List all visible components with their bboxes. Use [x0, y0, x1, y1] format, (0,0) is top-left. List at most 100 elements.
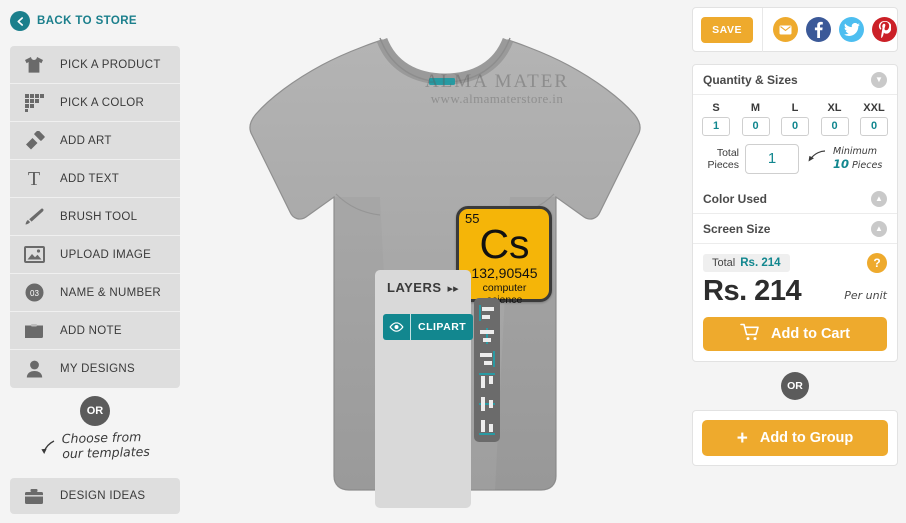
layers-panel: LAYERS ▸▸ CLIPART	[375, 270, 473, 508]
price-bottom-row: Rs. 214 Per unit	[703, 275, 887, 308]
eye-icon[interactable]	[383, 314, 411, 340]
design-ideas-button[interactable]: DESIGN IDEAS	[10, 478, 180, 514]
back-to-store-link[interactable]: BACK TO STORE	[10, 11, 137, 31]
color-swatch-icon	[22, 91, 46, 115]
collar-label	[429, 78, 455, 85]
chevron-up-icon[interactable]: ▲	[871, 190, 887, 207]
size-column-l: L 0	[781, 102, 809, 136]
tool-sidebar: PICK A PRODUCT PICK A COLOR ADD ART T AD…	[10, 46, 180, 388]
sidebar-item-label: MY DESIGNS	[60, 363, 135, 375]
size-column-m: M 0	[741, 102, 770, 136]
add-to-group-card: + Add to Group	[692, 410, 898, 466]
screen-size-title: Screen Size	[703, 221, 771, 236]
align-right-icon[interactable]	[477, 349, 497, 369]
size-input-xxl[interactable]: 0	[860, 117, 888, 136]
sidebar-item-label: NAME & NUMBER	[60, 286, 162, 299]
or-separator-left: OR	[80, 396, 110, 426]
text-t-icon: T	[27, 167, 41, 190]
list-item[interactable]: CLIPART	[383, 314, 473, 340]
align-middle-vertical-icon[interactable]	[477, 394, 497, 414]
per-unit-label: Per unit	[844, 289, 887, 302]
sidebar-item-label: ADD NOTE	[60, 324, 122, 337]
design-ideas-label: DESIGN IDEAS	[60, 490, 146, 502]
sidebar-item-label: PICK A PRODUCT	[60, 58, 161, 71]
curved-arrow-icon	[40, 440, 56, 465]
add-to-group-button[interactable]: + Add to Group	[702, 420, 888, 456]
quantity-and-sizes-card: Quantity & Sizes ▼ S 1 M 0 L 0 XL 0 XXL …	[692, 64, 898, 362]
back-to-store-label: BACK TO STORE	[37, 15, 137, 27]
total-price-value: Rs. 214	[740, 257, 781, 269]
grand-total-price: Rs. 214	[703, 275, 802, 307]
minimum-unit: Pieces	[852, 160, 883, 171]
tshirt-icon	[22, 53, 46, 77]
element-symbol: Cs	[479, 221, 530, 267]
size-input-m[interactable]: 0	[741, 117, 770, 136]
price-block: Total Rs. 214 ? Rs. 214 Per unit Add to …	[693, 244, 897, 361]
total-pieces-row: Total Pieces 1 Minimum 10 Pieces	[693, 136, 897, 184]
minimum-pieces-note: Minimum 10 Pieces	[833, 146, 882, 172]
total-pieces-label: Total Pieces	[701, 147, 739, 171]
layers-header: LAYERS ▸▸	[375, 270, 471, 295]
quantity-sizes-header[interactable]: Quantity & Sizes ▼	[693, 65, 897, 95]
element-atomic-weight: 132,90545	[471, 265, 538, 281]
templates-note-text: Choose from our templates	[62, 429, 150, 461]
total-price-label: Total	[712, 257, 736, 269]
size-label: XL	[827, 102, 842, 114]
color-used-header[interactable]: Color Used ▲	[693, 184, 897, 214]
align-center-horizontal-icon[interactable]	[477, 326, 497, 346]
align-top-icon[interactable]	[477, 371, 497, 391]
sidebar-item-label: ADD TEXT	[60, 172, 120, 185]
chevron-left-icon	[10, 11, 30, 31]
double-chevron-right-icon[interactable]: ▸▸	[448, 282, 459, 295]
size-label: L	[791, 102, 799, 114]
align-toolbar	[474, 298, 500, 442]
pinterest-icon[interactable]	[872, 17, 897, 42]
sidebar-item-add-note[interactable]: ADD NOTE	[10, 312, 180, 350]
sidebar-item-add-text[interactable]: T ADD TEXT	[10, 160, 180, 198]
save-button[interactable]: SAVE	[701, 16, 754, 43]
sidebar-item-add-art[interactable]: ADD ART	[10, 122, 180, 160]
help-icon[interactable]: ?	[867, 253, 887, 273]
total-price-chip: Total Rs. 214	[703, 254, 790, 272]
size-quantity-grid: S 1 M 0 L 0 XL 0 XXL 0	[693, 95, 897, 136]
divider	[762, 7, 763, 52]
facebook-icon[interactable]	[806, 17, 831, 42]
sidebar-item-my-designs[interactable]: MY DESIGNS	[10, 350, 180, 388]
chevron-down-icon[interactable]: ▼	[871, 71, 887, 88]
add-to-group-label: Add to Group	[759, 430, 854, 446]
design-canvas[interactable]: ALMA MATER www.almamaterstore.in 55 Cs 1…	[185, 0, 690, 523]
sidebar-item-label: PICK A COLOR	[60, 96, 145, 109]
size-column-xxl: XXL 0	[860, 102, 888, 136]
minimum-value: 10	[833, 157, 850, 171]
chevron-up-icon[interactable]: ▲	[871, 220, 887, 237]
size-input-xl[interactable]: 0	[820, 117, 849, 136]
plus-icon: +	[736, 427, 748, 449]
size-column-xl: XL 0	[820, 102, 849, 136]
align-left-icon[interactable]	[477, 303, 497, 323]
size-input-l[interactable]: 0	[781, 117, 809, 136]
sidebar-item-brush-tool[interactable]: BRUSH TOOL	[10, 198, 180, 236]
sidebar-item-pick-a-product[interactable]: PICK A PRODUCT	[10, 46, 180, 84]
size-column-s: S 1	[702, 102, 730, 136]
minimum-label: Minimum	[833, 146, 878, 157]
number-badge-icon: 03	[22, 281, 46, 305]
note-icon	[22, 319, 46, 343]
align-bottom-icon[interactable]	[477, 417, 497, 437]
sidebar-item-upload-image[interactable]: UPLOAD IMAGE	[10, 236, 180, 274]
sidebar-item-label: ADD ART	[60, 134, 112, 147]
sidebar-item-pick-a-color[interactable]: PICK A COLOR	[10, 84, 180, 122]
add-to-cart-button[interactable]: Add to Cart	[703, 317, 887, 351]
twitter-icon[interactable]	[839, 17, 864, 42]
social-share-icons	[773, 17, 897, 42]
size-label: XXL	[863, 102, 885, 114]
screen-size-header[interactable]: Screen Size ▲	[693, 214, 897, 244]
size-input-s[interactable]: 1	[702, 117, 730, 136]
add-to-cart-label: Add to Cart	[771, 326, 850, 342]
image-icon	[22, 243, 46, 267]
shopping-cart-icon	[740, 323, 760, 345]
size-label: S	[712, 102, 720, 114]
total-pieces-input[interactable]: 1	[745, 144, 799, 174]
templates-note-line2: our templates	[62, 443, 151, 462]
sidebar-item-name-and-number[interactable]: 03 NAME & NUMBER	[10, 274, 180, 312]
email-icon[interactable]	[773, 17, 798, 42]
